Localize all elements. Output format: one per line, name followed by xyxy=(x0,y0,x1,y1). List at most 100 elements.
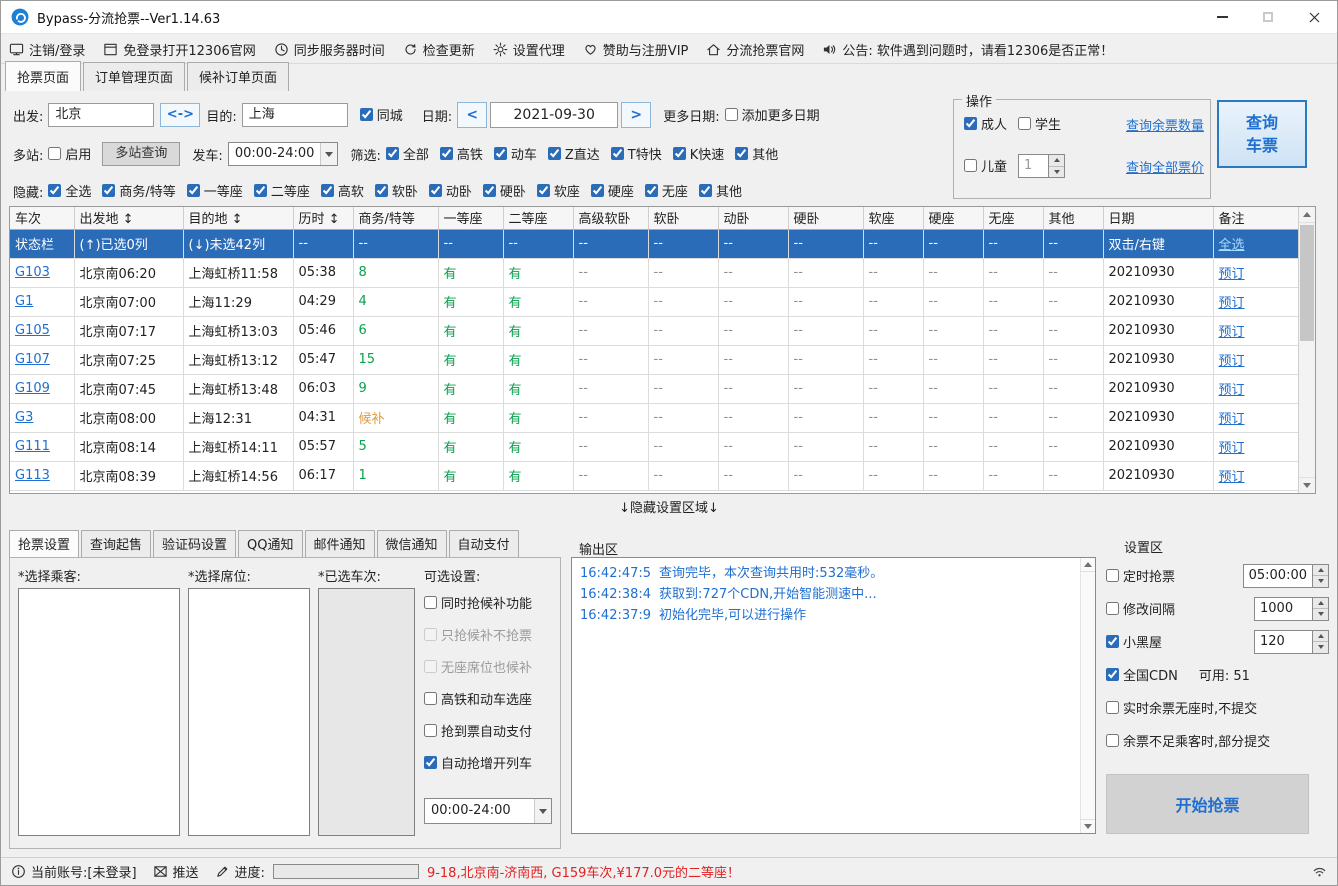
multi-station-query-button[interactable]: 多站查询 xyxy=(102,142,180,166)
student-option-checkbox[interactable] xyxy=(1018,117,1031,130)
setting-spinner[interactable]: 05:00:00 xyxy=(1243,564,1329,588)
train-row[interactable]: G103北京南06:20上海虹桥11:5805:388有有-----------… xyxy=(10,258,1298,287)
filter-option-checkbox[interactable] xyxy=(673,147,686,160)
adult-option[interactable]: 成人 xyxy=(964,114,1007,133)
query-price-link[interactable]: 查询全部票价 xyxy=(1126,157,1204,176)
start-grabbing-button[interactable]: 开始抢票 xyxy=(1106,774,1309,834)
hide-option[interactable]: 高软 xyxy=(321,181,364,200)
settings-tab-4[interactable]: 邮件通知 xyxy=(305,530,375,557)
train-link[interactable]: G111 xyxy=(15,439,50,454)
column-header[interactable]: 动卧 xyxy=(718,207,788,229)
toolbar-item-3[interactable]: 检查更新 xyxy=(403,40,475,59)
push-button[interactable]: 推送 xyxy=(153,862,199,881)
column-header[interactable]: 软座 xyxy=(863,207,923,229)
setting-option[interactable]: 全国CDN xyxy=(1106,665,1178,684)
grab-option-checkbox[interactable] xyxy=(424,724,437,737)
setting-option-checkbox[interactable] xyxy=(1106,734,1119,747)
hide-option[interactable]: 其他 xyxy=(699,181,742,200)
hide-option[interactable]: 二等座 xyxy=(254,181,310,200)
swap-stations-button[interactable]: <-> xyxy=(160,103,200,127)
toolbar-item-6[interactable]: 分流抢票官网 xyxy=(706,40,804,59)
spin-up-icon[interactable] xyxy=(1313,598,1328,610)
hide-option-checkbox[interactable] xyxy=(102,184,115,197)
student-option[interactable]: 学生 xyxy=(1018,114,1061,133)
grab-time-range-select[interactable]: 00:00-24:00 xyxy=(424,798,552,824)
book-link[interactable]: 预订 xyxy=(1219,267,1245,282)
scroll-up-icon[interactable] xyxy=(1299,207,1315,223)
column-header[interactable]: 软卧 xyxy=(648,207,718,229)
hide-option-checkbox[interactable] xyxy=(591,184,604,197)
grab-option-checkbox[interactable] xyxy=(424,628,437,641)
train-row[interactable]: G3北京南08:00上海12:3104:31候补有有--------------… xyxy=(10,403,1298,432)
setting-option-checkbox[interactable] xyxy=(1106,635,1119,648)
column-header[interactable]: 目的地 ↕ xyxy=(183,207,293,229)
filter-option[interactable]: 其他 xyxy=(735,144,778,163)
column-header[interactable]: 历时 ↕ xyxy=(293,207,353,229)
setting-option-checkbox[interactable] xyxy=(1106,668,1119,681)
filter-option[interactable]: 高铁 xyxy=(440,144,483,163)
setting-option-checkbox[interactable] xyxy=(1106,602,1119,615)
toolbar-item-4[interactable]: 设置代理 xyxy=(493,40,565,59)
setting-option[interactable]: 小黑屋 xyxy=(1106,632,1162,651)
child-option-checkbox[interactable] xyxy=(964,159,977,172)
date-next-button[interactable]: > xyxy=(621,102,651,128)
grab-option-checkbox[interactable] xyxy=(424,596,437,609)
settings-tab-6[interactable]: 自动支付 xyxy=(449,530,519,557)
hide-option-checkbox[interactable] xyxy=(48,184,61,197)
setting-option[interactable]: 修改间隔 xyxy=(1106,599,1175,618)
same-city-option-checkbox[interactable] xyxy=(360,108,373,121)
hide-option[interactable]: 全选 xyxy=(48,181,91,200)
hide-option-checkbox[interactable] xyxy=(429,184,442,197)
column-header[interactable]: 备注 xyxy=(1213,207,1298,229)
setting-spinner[interactable]: 1000 xyxy=(1254,597,1329,621)
hide-option-checkbox[interactable] xyxy=(254,184,267,197)
scroll-up-icon[interactable] xyxy=(1081,558,1095,572)
setting-option[interactable]: 余票不足乘客时,部分提交 xyxy=(1106,731,1270,750)
select-all-link[interactable]: 全选 xyxy=(1219,238,1245,253)
child-option[interactable]: 儿童 xyxy=(964,156,1007,175)
grab-option[interactable]: 无座席位也候补 xyxy=(424,650,556,682)
grab-option-checkbox[interactable] xyxy=(424,660,437,673)
grab-option-checkbox[interactable] xyxy=(424,756,437,769)
hide-option[interactable]: 硬卧 xyxy=(483,181,526,200)
book-link[interactable]: 预订 xyxy=(1219,412,1245,427)
spin-up-icon[interactable] xyxy=(1313,565,1328,577)
setting-option[interactable]: 定时抢票 xyxy=(1106,566,1175,585)
page-tab-0[interactable]: 抢票页面 xyxy=(5,61,81,91)
date-prev-button[interactable]: < xyxy=(457,102,487,128)
hide-option-checkbox[interactable] xyxy=(483,184,496,197)
setting-spinner[interactable]: 120 xyxy=(1254,630,1329,654)
same-city-option[interactable]: 同城 xyxy=(360,105,403,124)
spin-down-icon[interactable] xyxy=(1313,609,1328,620)
filter-option[interactable]: 动车 xyxy=(494,144,537,163)
passenger-listbox[interactable] xyxy=(18,588,180,836)
spin-down-icon[interactable] xyxy=(1313,576,1328,587)
hide-option[interactable]: 动卧 xyxy=(429,181,472,200)
from-input[interactable]: 北京 xyxy=(48,103,154,127)
grab-option[interactable]: 同时抢候补功能 xyxy=(424,586,556,618)
filter-option[interactable]: 全部 xyxy=(386,144,429,163)
column-header[interactable]: 无座 xyxy=(983,207,1043,229)
train-link[interactable]: G107 xyxy=(15,352,50,367)
train-row[interactable]: G111北京南08:14上海虹桥14:1105:575有有-----------… xyxy=(10,432,1298,461)
multi-station-enable-option-checkbox[interactable] xyxy=(48,147,61,160)
spin-down-icon[interactable] xyxy=(1049,167,1064,178)
book-link[interactable]: 预订 xyxy=(1219,325,1245,340)
train-link[interactable]: G105 xyxy=(15,323,50,338)
output-scrollbar[interactable] xyxy=(1080,558,1095,833)
filter-option[interactable]: T特快 xyxy=(611,144,662,163)
column-header[interactable]: 车次 xyxy=(10,207,74,229)
settings-tab-0[interactable]: 抢票设置 xyxy=(9,530,79,557)
hide-option-checkbox[interactable] xyxy=(321,184,334,197)
hide-option-checkbox[interactable] xyxy=(187,184,200,197)
hide-settings-divider[interactable]: ↓隐藏设置区域↓ xyxy=(9,499,1329,519)
add-more-dates-option-checkbox[interactable] xyxy=(725,108,738,121)
hide-option[interactable]: 商务/特等 xyxy=(102,181,175,200)
filter-option-checkbox[interactable] xyxy=(735,147,748,160)
child-count-spinner[interactable]: 1 xyxy=(1018,154,1065,178)
status-row[interactable]: 状态栏(↑)已选0列(↓)未选42列----------------------… xyxy=(10,229,1298,258)
multi-station-enable-option[interactable]: 启用 xyxy=(48,144,91,163)
column-header[interactable]: 硬座 xyxy=(923,207,983,229)
book-link[interactable]: 预订 xyxy=(1219,441,1245,456)
train-row[interactable]: G113北京南08:39上海虹桥14:5606:171有有-----------… xyxy=(10,461,1298,490)
